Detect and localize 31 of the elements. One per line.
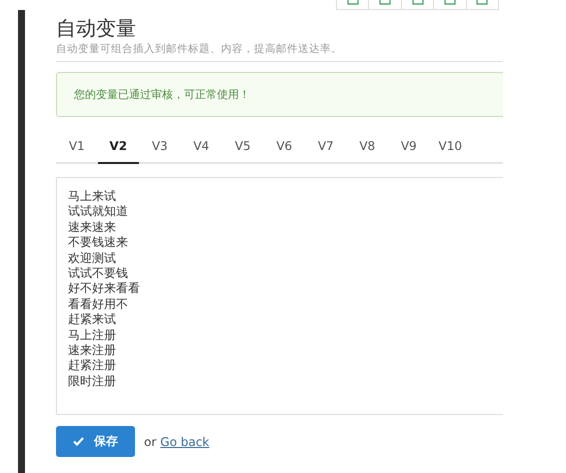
text-line: 限时注册 bbox=[68, 374, 117, 390]
text-line: 试试就知道 bbox=[68, 204, 129, 220]
text-line: 试试不要钱 bbox=[68, 266, 129, 282]
text-line: 好不好来看看 bbox=[68, 281, 141, 297]
text-line: 赶紧来试 bbox=[68, 312, 117, 328]
text-editor[interactable]: 马上来试 试试就知道 速来速来 不要钱速来 欢迎测试 试试不要钱 好不好来看看 看看好用不 赶紧来试 马上注册 速来注册 赶紧注册 限时注册 bbox=[56, 177, 503, 415]
success-alert: 您的变量已通过审核，可正常使用！ bbox=[56, 72, 503, 117]
tab[interactable]: V6 bbox=[264, 133, 305, 164]
page-subtitle: 自动变量可组合插入到邮件标题、内容，提高邮件送达率。 bbox=[56, 42, 503, 62]
go-back-link[interactable]: Go back bbox=[160, 434, 210, 448]
tab[interactable]: V4 bbox=[180, 133, 222, 164]
tab[interactable]: V7 bbox=[305, 133, 346, 164]
tab[interactable]: V3 bbox=[139, 133, 180, 164]
save-button[interactable]: 保存 bbox=[56, 426, 135, 457]
tab[interactable]: V8 bbox=[346, 133, 388, 164]
check-icon bbox=[73, 437, 84, 446]
tab[interactable]: V5 bbox=[222, 133, 264, 164]
tab[interactable]: V2 bbox=[98, 133, 139, 164]
tab[interactable]: V1 bbox=[56, 133, 98, 164]
tab[interactable]: V10 bbox=[430, 133, 471, 164]
text-line: 赶紧注册 bbox=[68, 358, 117, 374]
text-line: 速来注册 bbox=[68, 343, 117, 358]
tab[interactable]: V9 bbox=[388, 133, 430, 164]
or-text: or bbox=[144, 434, 156, 448]
page-title: 自动变量 bbox=[56, 16, 137, 40]
text-line: 马上来试 bbox=[68, 189, 117, 204]
text-line: 马上注册 bbox=[68, 328, 117, 344]
text-line: 速来速来 bbox=[68, 220, 117, 236]
text-line: 不要钱速来 bbox=[68, 235, 129, 251]
text-line: 看看好用不 bbox=[68, 296, 129, 312]
text-line: 欢迎测试 bbox=[68, 250, 117, 266]
